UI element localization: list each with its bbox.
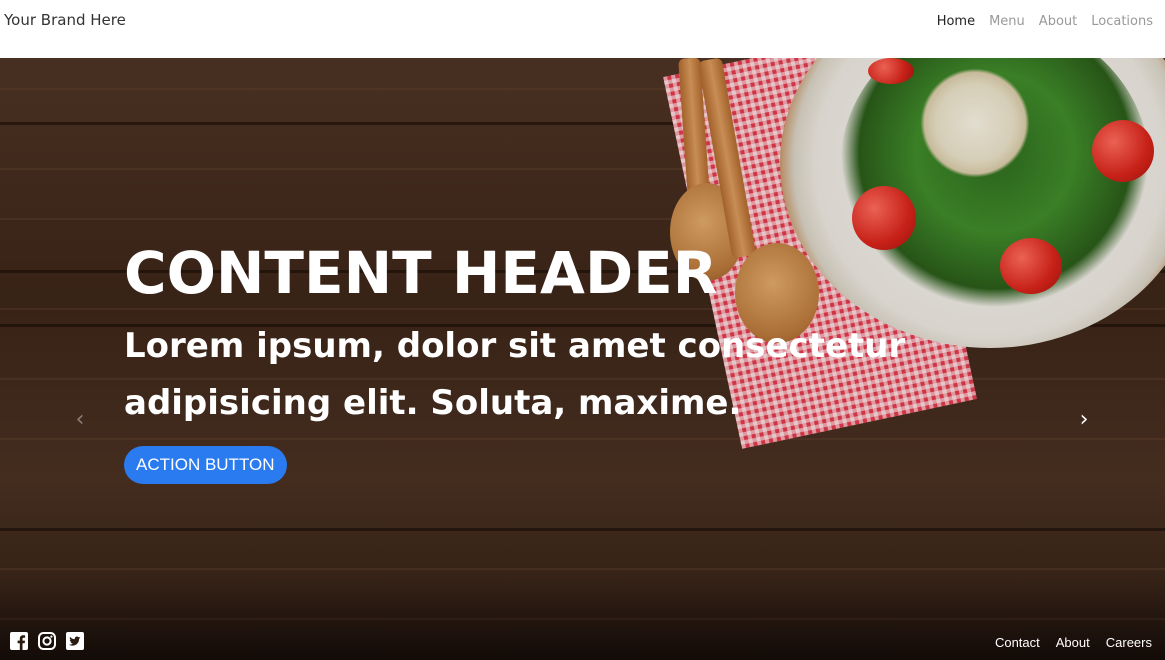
- nav-link-menu[interactable]: Menu: [989, 14, 1025, 29]
- footer-link-careers[interactable]: Careers: [1106, 635, 1152, 650]
- footer-link-contact[interactable]: Contact: [995, 635, 1040, 650]
- navbar: Your Brand Here Home Menu About Location…: [0, 0, 1165, 58]
- nav-link-home[interactable]: Home: [937, 14, 975, 29]
- nav-link-locations[interactable]: Locations: [1091, 14, 1153, 29]
- content-header: CONTENT HEADER: [124, 239, 718, 307]
- chevron-left-icon[interactable]: ‹: [68, 408, 92, 432]
- footer-links: Contact About Careers: [995, 635, 1152, 650]
- nav-links: Home Menu About Locations: [937, 14, 1153, 29]
- nav-link-about[interactable]: About: [1039, 14, 1077, 29]
- twitter-icon[interactable]: [66, 632, 84, 650]
- instagram-icon[interactable]: [38, 632, 56, 650]
- hero-content: CONTENT HEADER Lorem ipsum, dolor sit am…: [124, 238, 924, 432]
- hero-subtext: Lorem ipsum, dolor sit amet consectetur …: [124, 326, 906, 423]
- facebook-icon[interactable]: [10, 632, 28, 650]
- brand-logo[interactable]: Your Brand Here: [4, 11, 126, 29]
- action-button[interactable]: ACTION BUTTON: [124, 446, 287, 484]
- social-icons: [10, 632, 84, 650]
- chevron-right-icon[interactable]: ›: [1072, 408, 1096, 432]
- footer-link-about[interactable]: About: [1056, 635, 1090, 650]
